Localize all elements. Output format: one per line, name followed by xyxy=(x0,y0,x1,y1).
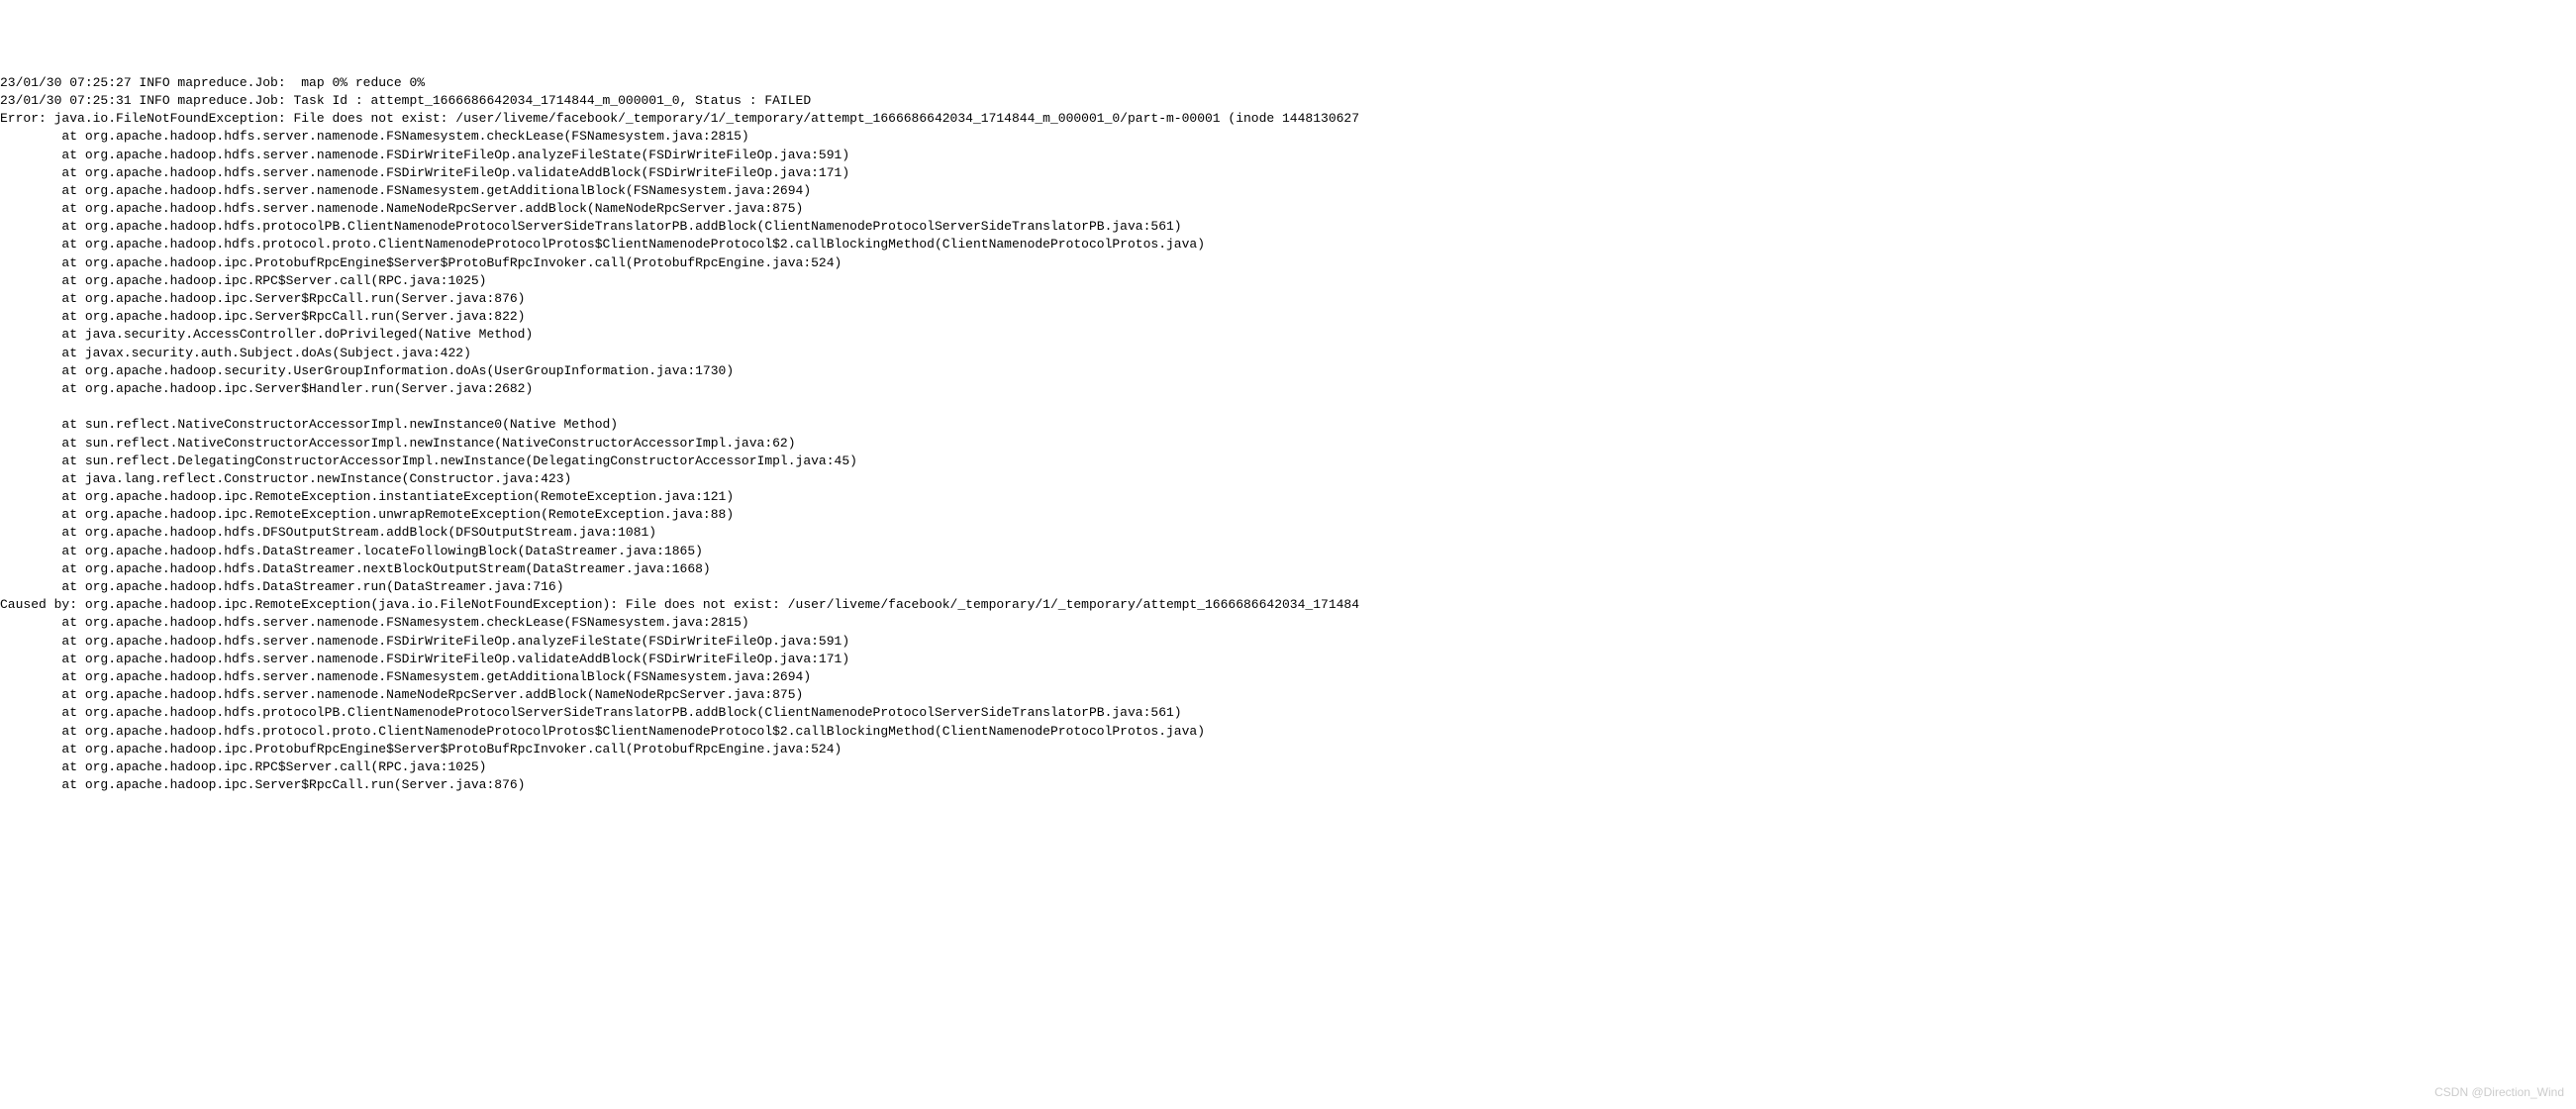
log-line: 23/01/30 07:25:27 INFO mapreduce.Job: ma… xyxy=(0,74,2576,92)
log-line: at org.apache.hadoop.hdfs.protocolPB.Cli… xyxy=(0,704,2576,722)
log-line: at org.apache.hadoop.hdfs.protocol.proto… xyxy=(0,236,2576,253)
log-line: at org.apache.hadoop.ipc.Server$RpcCall.… xyxy=(0,308,2576,326)
log-line: at java.lang.reflect.Constructor.newInst… xyxy=(0,470,2576,488)
log-line: at javax.security.auth.Subject.doAs(Subj… xyxy=(0,345,2576,362)
log-line: at org.apache.hadoop.hdfs.server.namenod… xyxy=(0,200,2576,218)
log-line: at org.apache.hadoop.hdfs.server.namenod… xyxy=(0,686,2576,704)
log-line: at org.apache.hadoop.hdfs.server.namenod… xyxy=(0,182,2576,200)
log-line: at org.apache.hadoop.hdfs.protocolPB.Cli… xyxy=(0,218,2576,236)
watermark: CSDN @Direction_Wind xyxy=(2434,1084,2564,1101)
log-line: Caused by: org.apache.hadoop.ipc.RemoteE… xyxy=(0,596,2576,614)
log-output: 23/01/30 07:25:27 INFO mapreduce.Job: ma… xyxy=(0,74,2576,795)
log-line: at org.apache.hadoop.hdfs.server.namenod… xyxy=(0,147,2576,164)
log-line: at org.apache.hadoop.hdfs.server.namenod… xyxy=(0,614,2576,632)
log-line: at org.apache.hadoop.hdfs.DataStreamer.n… xyxy=(0,560,2576,578)
log-line: at org.apache.hadoop.hdfs.server.namenod… xyxy=(0,164,2576,182)
log-line: at org.apache.hadoop.ipc.ProtobufRpcEngi… xyxy=(0,254,2576,272)
log-line: at org.apache.hadoop.ipc.ProtobufRpcEngi… xyxy=(0,741,2576,758)
log-line: at sun.reflect.NativeConstructorAccessor… xyxy=(0,416,2576,434)
log-line: at org.apache.hadoop.hdfs.server.namenod… xyxy=(0,668,2576,686)
log-line: at sun.reflect.NativeConstructorAccessor… xyxy=(0,435,2576,453)
log-line: at org.apache.hadoop.hdfs.DataStreamer.r… xyxy=(0,578,2576,596)
log-line: at sun.reflect.DelegatingConstructorAcce… xyxy=(0,453,2576,470)
log-line: at org.apache.hadoop.hdfs.server.namenod… xyxy=(0,128,2576,146)
log-line: at org.apache.hadoop.hdfs.DataStreamer.l… xyxy=(0,543,2576,560)
log-line: at org.apache.hadoop.ipc.RemoteException… xyxy=(0,488,2576,506)
log-line: at org.apache.hadoop.ipc.Server$RpcCall.… xyxy=(0,290,2576,308)
log-line: at org.apache.hadoop.ipc.RemoteException… xyxy=(0,506,2576,524)
log-line: at org.apache.hadoop.hdfs.server.namenod… xyxy=(0,633,2576,651)
log-line: at org.apache.hadoop.security.UserGroupI… xyxy=(0,362,2576,380)
log-line: 23/01/30 07:25:31 INFO mapreduce.Job: Ta… xyxy=(0,92,2576,110)
log-line: at org.apache.hadoop.ipc.Server$Handler.… xyxy=(0,380,2576,398)
log-line: at org.apache.hadoop.hdfs.protocol.proto… xyxy=(0,723,2576,741)
log-line: at java.security.AccessController.doPriv… xyxy=(0,326,2576,344)
log-line: at org.apache.hadoop.ipc.RPC$Server.call… xyxy=(0,758,2576,776)
log-line xyxy=(0,398,2576,416)
log-line: at org.apache.hadoop.hdfs.server.namenod… xyxy=(0,651,2576,668)
log-line: at org.apache.hadoop.ipc.RPC$Server.call… xyxy=(0,272,2576,290)
log-line: at org.apache.hadoop.ipc.Server$RpcCall.… xyxy=(0,776,2576,794)
log-line: at org.apache.hadoop.hdfs.DFSOutputStrea… xyxy=(0,524,2576,542)
log-line: Error: java.io.FileNotFoundException: Fi… xyxy=(0,110,2576,128)
